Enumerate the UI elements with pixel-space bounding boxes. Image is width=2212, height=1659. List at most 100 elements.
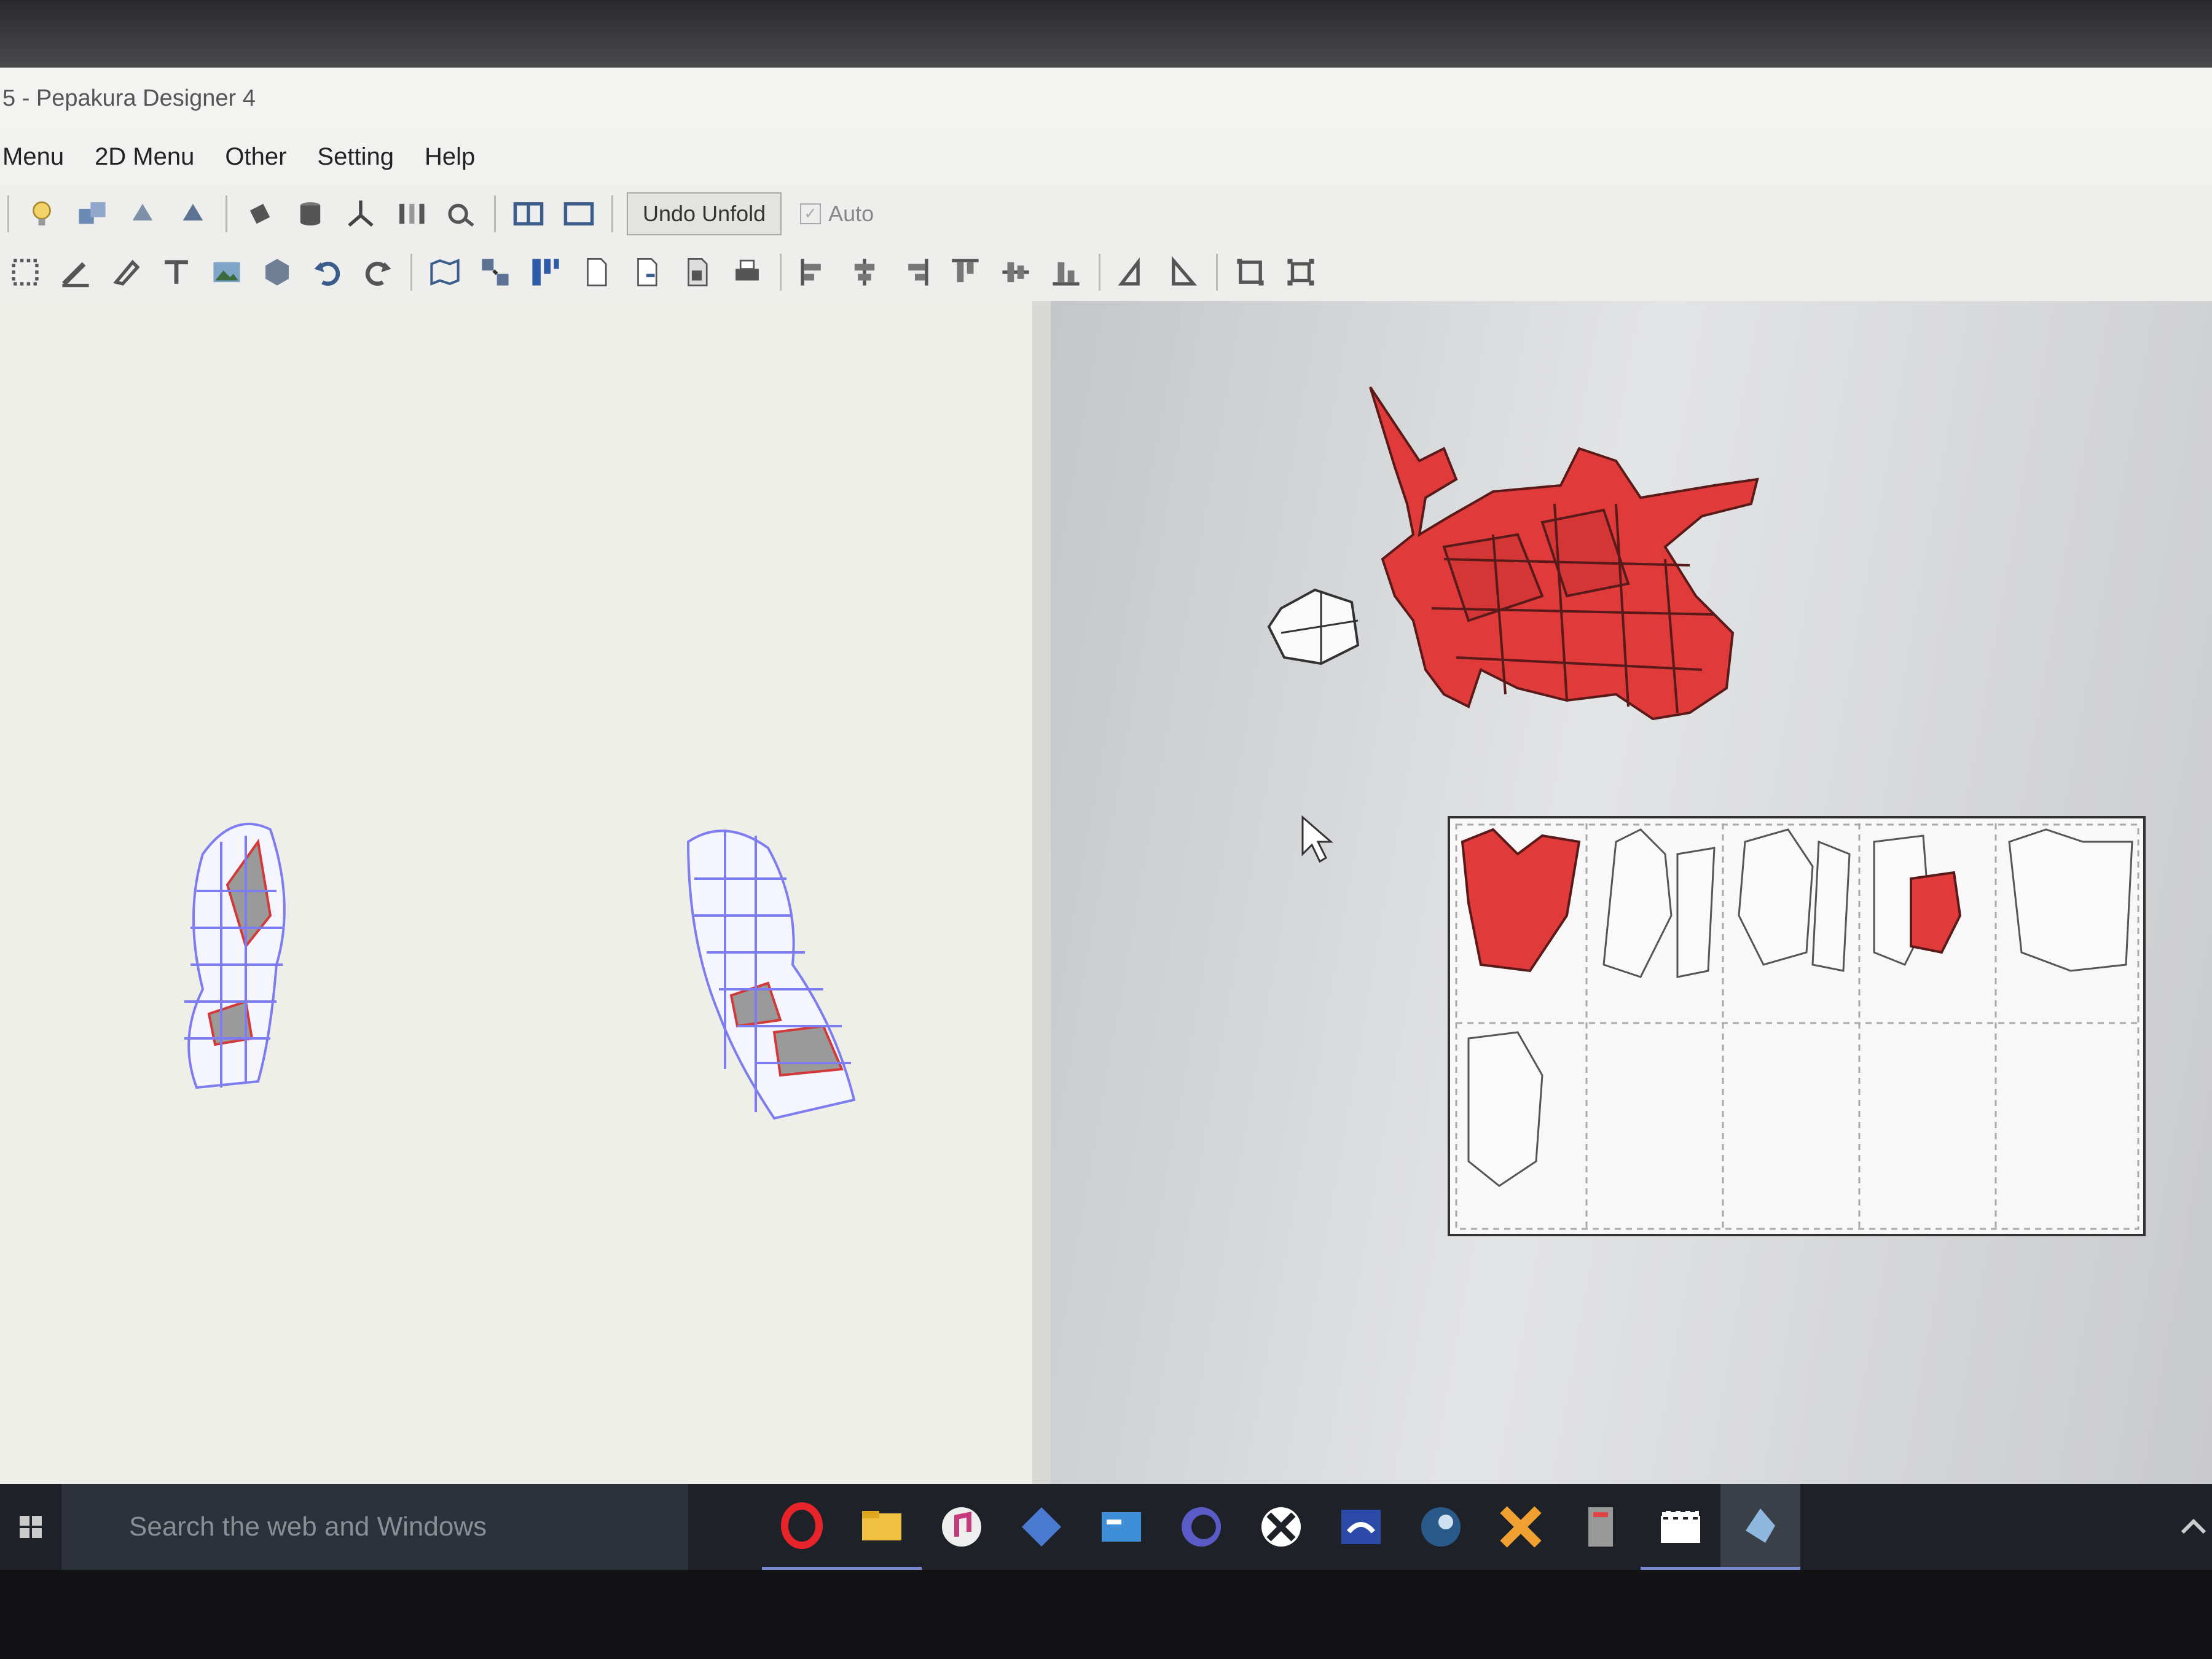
mail-icon (1102, 1512, 1141, 1542)
eraser-icon[interactable] (107, 253, 145, 291)
objects-icon[interactable] (73, 195, 111, 233)
pencil-icon[interactable] (57, 253, 95, 291)
expand-icon[interactable] (1282, 253, 1320, 291)
browser-icon (1182, 1507, 1221, 1547)
taskbar-server-app[interactable] (1561, 1484, 1641, 1570)
print-page-layout[interactable] (1448, 816, 2146, 1236)
single-view-icon[interactable] (560, 195, 598, 233)
lightbulb-icon[interactable] (23, 195, 61, 233)
server-icon (1588, 1507, 1613, 1547)
cylinder-icon[interactable] (291, 195, 329, 233)
taskbar-network-app[interactable] (1002, 1484, 1081, 1570)
xbox-icon (1261, 1507, 1301, 1547)
page-delete-icon[interactable] (678, 253, 716, 291)
menu-setting[interactable]: Setting (317, 143, 394, 171)
itunes-icon (942, 1507, 981, 1547)
steam-icon (1421, 1507, 1461, 1547)
taskbar-browser[interactable] (1161, 1484, 1241, 1570)
toolbar-separator (611, 195, 613, 232)
split-view-icon[interactable] (509, 195, 547, 233)
toolbar-3d: Undo Unfold ✓ Auto (0, 184, 2212, 243)
taskbar-steam[interactable] (1401, 1484, 1481, 1570)
toolbar-2d (0, 243, 2212, 302)
taskbar-itunes[interactable] (922, 1484, 1002, 1570)
flip-v-icon[interactable] (1164, 253, 1202, 291)
flip-h-icon[interactable] (1114, 253, 1152, 291)
monitor-bezel-top (0, 0, 2212, 68)
chevron-up-icon (2181, 1518, 2206, 1534)
undo-unfold-button[interactable]: Undo Unfold (627, 192, 782, 235)
taskbar-opera[interactable] (762, 1484, 842, 1570)
align-bottom-icon[interactable] (1047, 253, 1085, 291)
toolbar-separator (226, 195, 227, 232)
3d-model-canvas[interactable] (0, 301, 1032, 1484)
title-bar: 5 - Pepakura Designer 4 (0, 68, 2212, 129)
2d-view-pane[interactable] (1051, 301, 2212, 1484)
auto-checkbox-label: Auto (828, 200, 874, 226)
page-icon[interactable] (577, 253, 615, 291)
pane-splitter[interactable] (1032, 301, 1051, 1484)
mouse-cursor-icon (1301, 815, 1334, 863)
taskbar-xbox[interactable] (1241, 1484, 1321, 1570)
controller-icon (1341, 1510, 1381, 1544)
undo-icon[interactable] (308, 253, 347, 291)
cube-icon[interactable] (258, 253, 296, 291)
paint-bucket-icon[interactable] (241, 195, 279, 233)
toolbar-separator (7, 195, 9, 232)
toolbar-separator (1216, 253, 1218, 291)
selected-parts-cluster[interactable] (1369, 386, 1759, 721)
axis-icon[interactable] (342, 195, 380, 233)
auto-checkbox[interactable]: ✓ (800, 203, 822, 224)
movie-maker-icon (1660, 1509, 1701, 1543)
model-part-right[interactable] (686, 830, 856, 1120)
menu-2d-menu[interactable]: 2D Menu (95, 143, 194, 171)
redo-icon[interactable] (359, 253, 397, 291)
toolbar-separator (494, 195, 496, 232)
selected-part-small[interactable] (1267, 588, 1360, 665)
menu-menu[interactable]: Menu (2, 143, 64, 171)
rotate-left-icon[interactable] (124, 195, 162, 233)
image-icon[interactable] (208, 253, 246, 291)
menu-bar: Menu 2D Menu Other Setting Help (0, 129, 2212, 184)
align-center-icon[interactable] (845, 253, 884, 291)
taskbar-pepakura[interactable] (1720, 1484, 1800, 1570)
windows-logo-icon (20, 1516, 42, 1538)
3d-view-pane[interactable] (0, 301, 1032, 1484)
taskbar-file-explorer[interactable] (842, 1484, 922, 1570)
taskbar-search-box[interactable]: Search the web and Windows (61, 1484, 688, 1570)
select-icon[interactable] (6, 253, 44, 291)
toolbar-separator (410, 253, 412, 291)
text-icon[interactable] (157, 253, 195, 291)
rotate-right-icon[interactable] (174, 195, 212, 233)
eye-icon[interactable] (442, 195, 480, 233)
toolbar-separator (780, 253, 782, 291)
print-icon[interactable] (728, 253, 766, 291)
start-button[interactable] (0, 1484, 61, 1570)
auto-checkbox-control[interactable]: ✓ Auto (800, 201, 874, 227)
align-top-icon[interactable] (946, 253, 984, 291)
tray-overflow-chevron[interactable] (2175, 1484, 2212, 1570)
network-icon (1022, 1507, 1061, 1547)
bars-icon[interactable] (392, 195, 430, 233)
grid-icon[interactable] (527, 253, 565, 291)
menu-help[interactable]: Help (425, 143, 475, 171)
align-right-icon[interactable] (896, 253, 934, 291)
fit-icon[interactable] (1231, 253, 1269, 291)
map-icon[interactable] (426, 253, 464, 291)
windows-taskbar: Search the web and Windows (0, 1484, 2212, 1570)
2d-unfold-canvas[interactable] (1051, 301, 2212, 1484)
game-icon (1500, 1506, 1542, 1548)
window-title: 5 - Pepakura Designer 4 (2, 85, 256, 111)
taskbar-mail-app[interactable] (1081, 1484, 1161, 1570)
opera-icon (781, 1502, 823, 1549)
model-part-left[interactable] (184, 823, 286, 1089)
taskbar-movie-maker[interactable] (1641, 1484, 1720, 1570)
align-middle-icon[interactable] (997, 253, 1035, 291)
menu-other[interactable]: Other (225, 143, 286, 171)
page-add-icon[interactable] (627, 253, 665, 291)
align-left-icon[interactable] (795, 253, 833, 291)
taskbar-controller-app[interactable] (1321, 1484, 1401, 1570)
arrange-icon[interactable] (476, 253, 514, 291)
toolbar-separator (1099, 253, 1100, 291)
taskbar-game-app[interactable] (1481, 1484, 1561, 1570)
